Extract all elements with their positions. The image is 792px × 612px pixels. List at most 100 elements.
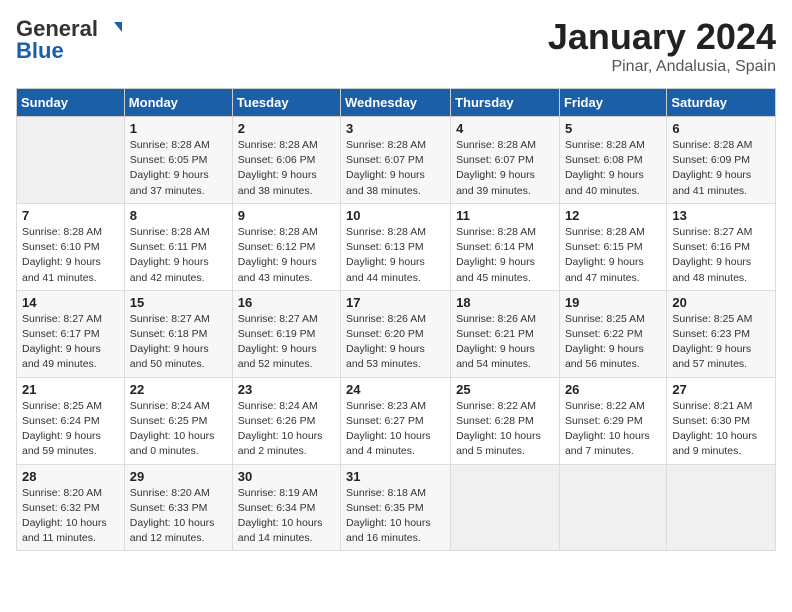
day-detail: Sunrise: 8:25 AMSunset: 6:23 PMDaylight:… <box>672 312 770 373</box>
day-detail: Sunrise: 8:28 AMSunset: 6:10 PMDaylight:… <box>22 225 119 286</box>
day-number: 23 <box>238 382 335 397</box>
day-number: 12 <box>565 208 661 223</box>
day-detail: Sunrise: 8:28 AMSunset: 6:06 PMDaylight:… <box>238 138 335 199</box>
calendar-cell: 21 Sunrise: 8:25 AMSunset: 6:24 PMDayligh… <box>17 377 125 464</box>
day-number: 9 <box>238 208 335 223</box>
title-block: January 2024 Pinar, Andalusia, Spain <box>548 16 776 76</box>
day-of-week-header: Saturday <box>667 89 776 117</box>
calendar-cell: 30 Sunrise: 8:19 AMSunset: 6:34 PMDayligh… <box>232 464 340 551</box>
calendar-cell: 27 Sunrise: 8:21 AMSunset: 6:30 PMDayligh… <box>667 377 776 464</box>
day-number: 4 <box>456 121 554 136</box>
calendar-cell: 14Sunrise: 8:27 AMSunset: 6:17 PMDayligh… <box>17 290 125 377</box>
calendar-cell: 19 Sunrise: 8:25 AMSunset: 6:22 PMDayligh… <box>559 290 666 377</box>
day-number: 22 <box>130 382 227 397</box>
day-detail: Sunrise: 8:24 AMSunset: 6:25 PMDaylight:… <box>130 399 227 460</box>
day-detail: Sunrise: 8:25 AMSunset: 6:22 PMDaylight:… <box>565 312 661 373</box>
calendar-week-row: 28 Sunrise: 8:20 AMSunset: 6:32 PMDayligh… <box>17 464 776 551</box>
day-number: 28 <box>22 469 119 484</box>
calendar-cell: 24 Sunrise: 8:23 AMSunset: 6:27 PMDayligh… <box>341 377 451 464</box>
calendar-cell: 13 Sunrise: 8:27 AMSunset: 6:16 PMDayligh… <box>667 203 776 290</box>
day-detail: Sunrise: 8:28 AMSunset: 6:07 PMDaylight:… <box>346 138 445 199</box>
day-detail: Sunrise: 8:27 AMSunset: 6:18 PMDaylight:… <box>130 312 227 373</box>
day-number: 26 <box>565 382 661 397</box>
calendar-cell: 9 Sunrise: 8:28 AMSunset: 6:12 PMDaylight… <box>232 203 340 290</box>
day-detail: Sunrise: 8:28 AMSunset: 6:14 PMDaylight:… <box>456 225 554 286</box>
calendar-cell: 26 Sunrise: 8:22 AMSunset: 6:29 PMDayligh… <box>559 377 666 464</box>
day-number: 2 <box>238 121 335 136</box>
day-detail: Sunrise: 8:21 AMSunset: 6:30 PMDaylight:… <box>672 399 770 460</box>
calendar-cell <box>451 464 560 551</box>
day-detail: Sunrise: 8:24 AMSunset: 6:26 PMDaylight:… <box>238 399 335 460</box>
day-number: 25 <box>456 382 554 397</box>
day-number: 13 <box>672 208 770 223</box>
day-number: 17 <box>346 295 445 310</box>
calendar-week-row: 21 Sunrise: 8:25 AMSunset: 6:24 PMDayligh… <box>17 377 776 464</box>
calendar-cell: 22 Sunrise: 8:24 AMSunset: 6:25 PMDayligh… <box>124 377 232 464</box>
page-title: January 2024 <box>548 16 776 58</box>
day-number: 3 <box>346 121 445 136</box>
logo-blue: Blue <box>16 38 64 64</box>
day-of-week-header: Friday <box>559 89 666 117</box>
day-number: 11 <box>456 208 554 223</box>
day-detail: Sunrise: 8:23 AMSunset: 6:27 PMDaylight:… <box>346 399 445 460</box>
calendar-table: SundayMondayTuesdayWednesdayThursdayFrid… <box>16 88 776 551</box>
day-detail: Sunrise: 8:28 AMSunset: 6:07 PMDaylight:… <box>456 138 554 199</box>
day-number: 29 <box>130 469 227 484</box>
day-detail: Sunrise: 8:28 AMSunset: 6:13 PMDaylight:… <box>346 225 445 286</box>
day-detail: Sunrise: 8:27 AMSunset: 6:19 PMDaylight:… <box>238 312 335 373</box>
day-number: 19 <box>565 295 661 310</box>
day-of-week-header: Wednesday <box>341 89 451 117</box>
logo: General Blue <box>16 16 122 64</box>
calendar-week-row: 7 Sunrise: 8:28 AMSunset: 6:10 PMDaylight… <box>17 203 776 290</box>
day-detail: Sunrise: 8:20 AMSunset: 6:32 PMDaylight:… <box>22 486 119 547</box>
day-detail: Sunrise: 8:28 AMSunset: 6:12 PMDaylight:… <box>238 225 335 286</box>
day-detail: Sunrise: 8:26 AMSunset: 6:20 PMDaylight:… <box>346 312 445 373</box>
calendar-cell: 4 Sunrise: 8:28 AMSunset: 6:07 PMDaylight… <box>451 117 560 204</box>
calendar-week-row: 14Sunrise: 8:27 AMSunset: 6:17 PMDayligh… <box>17 290 776 377</box>
calendar-cell <box>667 464 776 551</box>
calendar-cell <box>17 117 125 204</box>
day-number: 14 <box>22 295 119 310</box>
calendar-cell: 10 Sunrise: 8:28 AMSunset: 6:13 PMDayligh… <box>341 203 451 290</box>
logo-icon <box>100 18 122 40</box>
calendar-cell: 8Sunrise: 8:28 AMSunset: 6:11 PMDaylight… <box>124 203 232 290</box>
day-detail: Sunrise: 8:28 AMSunset: 6:08 PMDaylight:… <box>565 138 661 199</box>
day-detail: Sunrise: 8:18 AMSunset: 6:35 PMDaylight:… <box>346 486 445 547</box>
day-detail: Sunrise: 8:22 AMSunset: 6:28 PMDaylight:… <box>456 399 554 460</box>
day-number: 15 <box>130 295 227 310</box>
day-number: 7 <box>22 208 119 223</box>
day-number: 27 <box>672 382 770 397</box>
calendar-cell: 29Sunrise: 8:20 AMSunset: 6:33 PMDayligh… <box>124 464 232 551</box>
day-detail: Sunrise: 8:22 AMSunset: 6:29 PMDaylight:… <box>565 399 661 460</box>
calendar-cell: 15 Sunrise: 8:27 AMSunset: 6:18 PMDayligh… <box>124 290 232 377</box>
day-number: 8 <box>130 208 227 223</box>
calendar-header-row: SundayMondayTuesdayWednesdayThursdayFrid… <box>17 89 776 117</box>
calendar-cell: 12 Sunrise: 8:28 AMSunset: 6:15 PMDayligh… <box>559 203 666 290</box>
day-of-week-header: Monday <box>124 89 232 117</box>
calendar-cell: 31Sunrise: 8:18 AMSunset: 6:35 PMDayligh… <box>341 464 451 551</box>
day-of-week-header: Sunday <box>17 89 125 117</box>
day-detail: Sunrise: 8:28 AMSunset: 6:15 PMDaylight:… <box>565 225 661 286</box>
day-detail: Sunrise: 8:26 AMSunset: 6:21 PMDaylight:… <box>456 312 554 373</box>
day-number: 18 <box>456 295 554 310</box>
calendar-cell: 16Sunrise: 8:27 AMSunset: 6:19 PMDayligh… <box>232 290 340 377</box>
day-number: 21 <box>22 382 119 397</box>
calendar-cell: 11 Sunrise: 8:28 AMSunset: 6:14 PMDayligh… <box>451 203 560 290</box>
day-number: 24 <box>346 382 445 397</box>
calendar-cell: 25 Sunrise: 8:22 AMSunset: 6:28 PMDayligh… <box>451 377 560 464</box>
day-of-week-header: Thursday <box>451 89 560 117</box>
calendar-cell: 7 Sunrise: 8:28 AMSunset: 6:10 PMDaylight… <box>17 203 125 290</box>
day-detail: Sunrise: 8:28 AMSunset: 6:05 PMDaylight:… <box>130 138 227 199</box>
calendar-cell: 20Sunrise: 8:25 AMSunset: 6:23 PMDayligh… <box>667 290 776 377</box>
day-number: 30 <box>238 469 335 484</box>
day-detail: Sunrise: 8:25 AMSunset: 6:24 PMDaylight:… <box>22 399 119 460</box>
day-number: 1 <box>130 121 227 136</box>
day-detail: Sunrise: 8:19 AMSunset: 6:34 PMDaylight:… <box>238 486 335 547</box>
calendar-cell: 5Sunrise: 8:28 AMSunset: 6:08 PMDaylight… <box>559 117 666 204</box>
calendar-cell: 2 Sunrise: 8:28 AMSunset: 6:06 PMDaylight… <box>232 117 340 204</box>
calendar-cell: 23 Sunrise: 8:24 AMSunset: 6:26 PMDayligh… <box>232 377 340 464</box>
day-number: 10 <box>346 208 445 223</box>
calendar-cell: 1 Sunrise: 8:28 AMSunset: 6:05 PMDaylight… <box>124 117 232 204</box>
day-detail: Sunrise: 8:27 AMSunset: 6:16 PMDaylight:… <box>672 225 770 286</box>
calendar-week-row: 1 Sunrise: 8:28 AMSunset: 6:05 PMDaylight… <box>17 117 776 204</box>
